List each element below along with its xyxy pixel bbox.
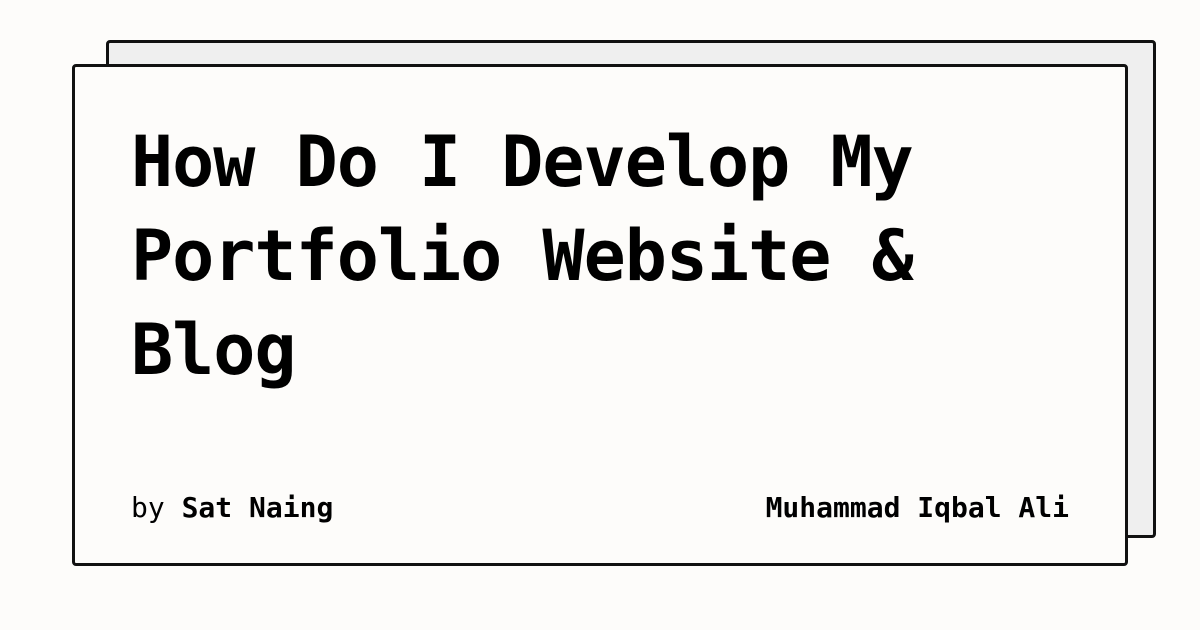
site-name: Muhammad Iqbal Ali [765,491,1069,524]
post-title: How Do I Develop My Portfolio Website & … [131,121,914,391]
byline-prefix: by [131,491,165,524]
og-card: How Do I Develop My Portfolio Website & … [72,64,1128,566]
byline: by Sat Naing [131,491,333,525]
author-name: Sat Naing [181,491,334,524]
